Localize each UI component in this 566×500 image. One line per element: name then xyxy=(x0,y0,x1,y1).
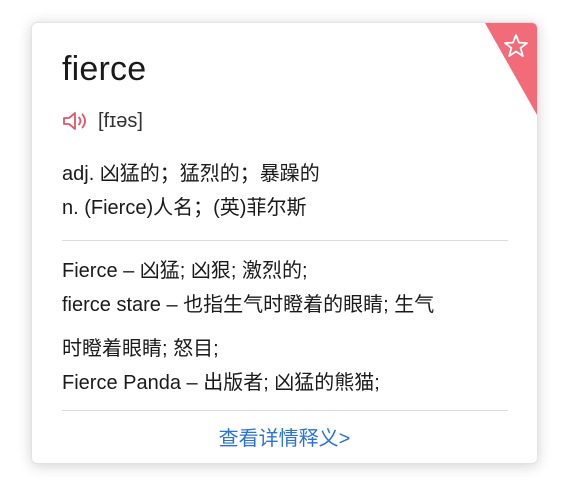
phonetic-text: [fɪəs] xyxy=(98,109,143,132)
pronunciation-row: [fɪəs] xyxy=(62,107,143,135)
web-meanings: Fierce – 凶猛; 凶狠; 激烈的; fierce stare – 也指生… xyxy=(62,254,512,400)
speaker-icon[interactable] xyxy=(62,110,90,132)
web-meaning-line: Fierce Panda – 出版者; 凶猛的熊猫; xyxy=(62,372,380,394)
definition-line: adj. 凶猛的；猛烈的；暴躁的 xyxy=(62,163,320,185)
view-details-link[interactable]: 查看详情释义> xyxy=(32,422,537,451)
web-meaning-line: fierce stare – 也指生气时瞪着的眼睛; 生气 xyxy=(62,294,435,316)
web-meaning-line: Fierce – 凶猛; 凶狠; 激烈的; xyxy=(62,260,308,282)
definition-line: n. (Fierce)人名；(英)菲尔斯 xyxy=(62,197,307,219)
web-meaning-line: 时瞪着眼睛; 怒目; xyxy=(62,338,219,360)
basic-definitions: adj. 凶猛的；猛烈的；暴躁的 n. (Fierce)人名；(英)菲尔斯 xyxy=(62,157,320,225)
divider xyxy=(62,240,508,241)
word-title: fierce xyxy=(62,50,147,88)
divider xyxy=(62,410,508,411)
star-icon[interactable] xyxy=(503,33,529,59)
dictionary-popup-card: fierce [fɪəs] adj. 凶猛的；猛烈的；暴躁的 n. (Fierc… xyxy=(31,22,538,464)
